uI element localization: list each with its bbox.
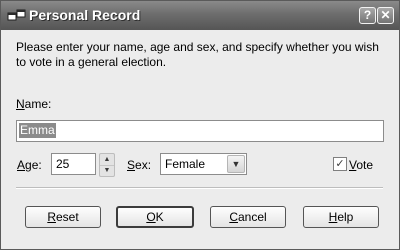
cancel-accesskey: C: [229, 210, 238, 224]
cancel-label: ancel: [237, 210, 267, 224]
dropdown-chevron-icon[interactable]: ▼: [227, 155, 245, 173]
help-button[interactable]: Help: [303, 206, 379, 228]
personal-record-dialog: Personal Record ? ✕ Please enter your na…: [0, 0, 400, 250]
instructions-text: Please enter your name, age and sex, and…: [16, 40, 379, 69]
name-value: Emma: [19, 123, 56, 138]
window-title: Personal Record: [29, 7, 141, 23]
name-label: Name:: [16, 97, 51, 111]
reset-accesskey: R: [47, 210, 56, 224]
ok-label: K: [155, 210, 164, 224]
title-bar[interactable]: Personal Record ? ✕: [1, 1, 399, 30]
reset-button[interactable]: Reset: [25, 206, 101, 228]
reset-label: eset: [55, 210, 79, 224]
sex-dropdown[interactable]: Female ▼: [160, 153, 247, 175]
sex-selected-value: Female: [165, 157, 206, 171]
age-label-accesskey: A: [17, 158, 26, 172]
vote-label[interactable]: Vote: [349, 158, 373, 172]
ok-button[interactable]: OK: [116, 206, 194, 228]
name-input[interactable]: Emma: [16, 120, 384, 142]
sex-label: Sex:: [127, 158, 151, 172]
sex-label-text: ex:: [135, 158, 152, 172]
name-label-accesskey: N: [16, 97, 25, 111]
age-label: Age:: [17, 158, 42, 172]
help-label: elp: [337, 210, 354, 224]
close-button[interactable]: ✕: [377, 7, 394, 24]
vote-label-text: ote: [356, 158, 374, 172]
cancel-button[interactable]: Cancel: [210, 206, 286, 228]
age-spinner[interactable]: ▲ ▼: [99, 153, 115, 177]
vote-checkbox[interactable]: ✓: [333, 157, 347, 171]
chevron-down-icon[interactable]: ▼: [100, 165, 114, 176]
name-label-text: ame:: [24, 97, 52, 111]
help-title-button[interactable]: ?: [359, 7, 376, 24]
app-window-icon: [7, 9, 27, 23]
age-input[interactable]: 25: [51, 153, 96, 175]
age-value: 25: [56, 157, 70, 171]
age-label-text: ge:: [25, 158, 42, 172]
divider: [16, 187, 383, 189]
sex-label-accesskey: S: [127, 158, 136, 172]
ok-accesskey: O: [146, 210, 156, 224]
